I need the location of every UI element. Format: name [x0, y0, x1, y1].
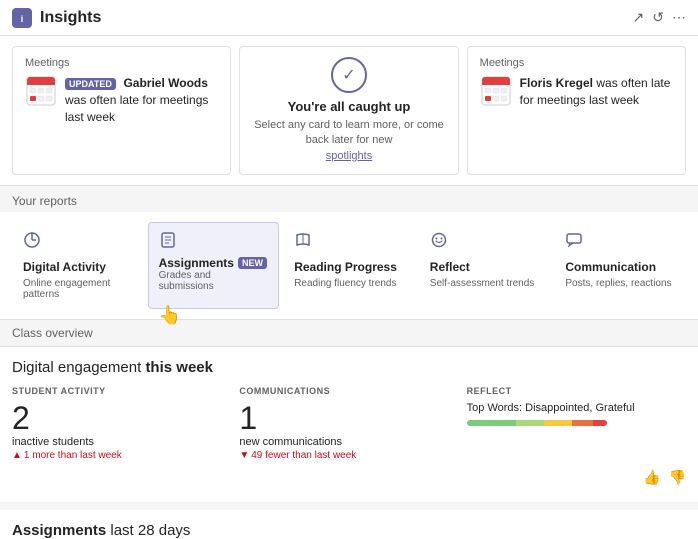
new-badge: NEW — [238, 257, 267, 269]
student-activity-stat: STUDENT ACTIVITY 2 inactive students ▲ 1… — [12, 386, 231, 461]
bar-seg-1 — [467, 420, 516, 426]
spotlight-card-content-3: Floris Kregel was often late for meeting… — [480, 75, 673, 109]
class-overview-label: Class overview — [0, 320, 698, 347]
page-title: Insights — [40, 9, 101, 27]
your-reports-label: Your reports — [0, 186, 698, 212]
assignments-icon — [159, 231, 269, 254]
spotlight-card-label-3: Meetings — [480, 57, 673, 69]
reports-row: Digital Activity Online engagement patte… — [0, 212, 698, 320]
spotlights-link[interactable]: spotlights — [326, 150, 372, 162]
bar-seg-4 — [572, 420, 593, 426]
thumbs-up-icon[interactable]: 👍 — [643, 469, 660, 486]
communications-label: COMMUNICATIONS — [239, 386, 458, 396]
communications-number: 1 — [239, 402, 458, 434]
check-circle-icon: ✓ — [331, 57, 367, 93]
reflect-stat: REFLECT Top Words: Disappointed, Gratefu… — [467, 386, 686, 461]
report-assignments[interactable]: Assignments NEW Grades and submissions 👆 — [148, 222, 280, 309]
spotlight-card-gabriel[interactable]: Meetings UPDATED — [12, 46, 231, 175]
header-actions: ↗ ↺ ⋯ — [633, 9, 686, 26]
communication-name: Communication — [565, 260, 675, 274]
reflect-sub: Self-assessment trends — [430, 278, 540, 289]
digital-engagement-card: Digital engagement this week STUDENT ACT… — [0, 347, 698, 502]
report-communication[interactable]: Communication Posts, replies, reactions — [554, 222, 686, 309]
report-digital-activity[interactable]: Digital Activity Online engagement patte… — [12, 222, 144, 309]
assignments-card-title: Assignments last 28 days — [12, 522, 686, 539]
digital-engagement-title: Digital engagement this week — [12, 359, 686, 376]
communications-change: ▼ 49 fewer than last week — [239, 450, 458, 461]
assignments-name: Assignments NEW — [159, 256, 269, 270]
spotlight-card-caught-up[interactable]: ✓ You're all caught up Select any card t… — [239, 46, 458, 175]
bar-seg-5 — [593, 420, 607, 426]
student-activity-desc: inactive students — [12, 436, 231, 448]
more-icon[interactable]: ⋯ — [672, 9, 686, 26]
reflect-bar — [467, 420, 607, 426]
caught-up-title: You're all caught up — [288, 99, 411, 114]
digital-activity-icon — [23, 231, 133, 254]
reading-progress-sub: Reading fluency trends — [294, 278, 404, 289]
report-reading-progress[interactable]: Reading Progress Reading fluency trends — [283, 222, 415, 309]
reflect-label: REFLECT — [467, 386, 686, 396]
communications-stat: COMMUNICATIONS 1 new communications ▼ 49… — [239, 386, 458, 461]
spotlight-card-content-1: UPDATED Gabriel Woods was often late for… — [25, 75, 218, 125]
expand-icon[interactable]: ↗ — [633, 9, 645, 26]
cursor-hand-icon: 👆 — [159, 305, 181, 326]
refresh-icon[interactable]: ↺ — [652, 9, 664, 26]
digital-activity-sub: Online engagement patterns — [23, 278, 133, 300]
assignments-sub: Grades and submissions — [159, 270, 269, 292]
calendar-icon-3 — [480, 75, 512, 107]
student-activity-change: ▲ 1 more than last week — [12, 450, 231, 461]
caught-up-sub: Select any card to learn more, or come b… — [252, 118, 445, 164]
spotlight-card-floris[interactable]: Meetings — [467, 46, 686, 175]
reflect-top-words: Top Words: Disappointed, Grateful — [467, 402, 686, 414]
thumbs-down-icon[interactable]: 👎 — [669, 469, 686, 486]
communication-sub: Posts, replies, reactions — [565, 278, 675, 289]
bar-seg-3 — [544, 420, 572, 426]
reflect-icon — [430, 231, 540, 254]
spotlight-text-3: Floris Kregel was often late for meeting… — [520, 75, 673, 109]
svg-text:i: i — [21, 14, 24, 24]
assignments-card: Assignments last 28 days STATUS 5 missed… — [0, 502, 698, 539]
header-left: i Insights — [12, 8, 101, 28]
digital-engagement-footer: 👍 👎 — [12, 465, 686, 490]
calendar-icon-1 — [25, 75, 57, 107]
app-icon: i — [12, 8, 32, 28]
spotlights-section: Meetings UPDATED — [0, 36, 698, 186]
reading-progress-name: Reading Progress — [294, 260, 404, 274]
updated-badge: UPDATED — [65, 78, 116, 90]
student-activity-label: STUDENT ACTIVITY — [12, 386, 231, 396]
digital-activity-name: Digital Activity — [23, 260, 133, 274]
communication-icon — [565, 231, 675, 254]
main-content: Meetings UPDATED — [0, 36, 698, 539]
report-reflect[interactable]: Reflect Self-assessment trends — [419, 222, 551, 309]
reading-progress-icon — [294, 231, 404, 254]
app-header: i Insights ↗ ↺ ⋯ — [0, 0, 698, 36]
spotlight-card-label-1: Meetings — [25, 57, 218, 69]
arrow-up-icon: ▲ — [12, 450, 22, 461]
spotlight-text-1: UPDATED Gabriel Woods was often late for… — [65, 75, 218, 125]
student-activity-number: 2 — [12, 402, 231, 434]
digital-stats-grid: STUDENT ACTIVITY 2 inactive students ▲ 1… — [12, 386, 686, 461]
arrow-down-icon: ▼ — [239, 450, 249, 461]
communications-desc: new communications — [239, 436, 458, 448]
bar-seg-2 — [516, 420, 544, 426]
reflect-name: Reflect — [430, 260, 540, 274]
